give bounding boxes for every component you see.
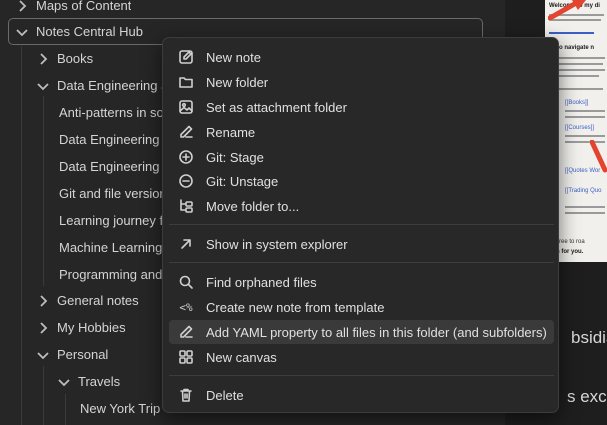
tree-file[interactable]: New York Trip — [80, 396, 163, 421]
menu-item-label: Set as attachment folder — [206, 99, 347, 115]
menu-item-show-in-system-explorer[interactable]: Show in system explorer — [169, 232, 554, 256]
tree-folder-maps-of-content[interactable]: Maps of Content — [14, 0, 131, 18]
chevron-right-icon[interactable] — [35, 51, 51, 67]
tree-item-label: Data Engineering and — [57, 78, 163, 93]
indent-guide — [43, 96, 44, 286]
indent-guide — [43, 366, 44, 425]
preview-link: [[Trading Quo — [565, 188, 602, 194]
tree-item-label: Maps of Content — [36, 0, 132, 13]
tree-folder-my-hobbies[interactable]: My Hobbies — [35, 315, 126, 340]
menu-item-git-unstage[interactable]: Git: Unstage — [169, 169, 554, 193]
arrow-up-right-icon — [177, 235, 195, 253]
menu-item-label: New folder — [206, 74, 269, 90]
chevron-down-icon[interactable] — [56, 374, 72, 390]
tree-file[interactable]: Git and file version — [59, 181, 163, 206]
tree-item-label: Data Engineering — [59, 159, 160, 174]
tree-file[interactable]: Data Engineering — [59, 127, 163, 152]
menu-item-label: Git: Stage — [206, 149, 264, 165]
menu-item-new-folder[interactable]: New folder — [169, 70, 554, 94]
menu-item-label: New note — [206, 49, 261, 65]
pencil-icon — [177, 123, 195, 141]
menu-item-label: Git: Unstage — [206, 173, 279, 189]
image-icon — [177, 98, 195, 116]
menu-separator — [169, 375, 554, 376]
menu-item-add-yaml-property[interactable]: Add YAML property to all files in this f… — [169, 320, 554, 344]
tree-item-label: Learning journey f — [59, 213, 163, 228]
folder-context-menu: New note New folder Set as attachment fo… — [162, 37, 559, 413]
menu-item-set-attachment-folder[interactable]: Set as attachment folder — [169, 95, 554, 119]
tree-item-label: Data Engineering — [59, 132, 160, 147]
tree-item-label: My Hobbies — [57, 320, 126, 335]
tree-file[interactable]: Data Engineering — [59, 154, 163, 179]
tree-file[interactable]: Programming and — [59, 262, 163, 287]
tree-folder-books[interactable]: Books — [35, 46, 93, 71]
menu-item-find-orphaned-files[interactable]: Find orphaned files — [169, 270, 554, 294]
menu-item-label: Move folder to... — [206, 198, 300, 214]
chevron-right-icon[interactable] — [35, 293, 51, 309]
folder-tree-icon — [177, 197, 195, 215]
preview-link: [[Courses]] — [565, 125, 595, 131]
minus-circle-icon — [177, 172, 195, 190]
canvas-icon — [177, 348, 195, 366]
tree-folder-data-engineering[interactable]: Data Engineering and — [35, 73, 163, 98]
tree-item-label: Anti-patterns in so — [59, 105, 163, 120]
menu-item-move-folder[interactable]: Move folder to... — [169, 194, 554, 218]
template-icon: <% — [179, 300, 193, 314]
plus-circle-icon — [177, 148, 195, 166]
menu-item-label: Delete — [206, 387, 244, 403]
trash-icon — [177, 386, 195, 404]
pencil-icon — [177, 323, 195, 341]
tree-folder-notes-central-hub[interactable]: Notes Central Hub — [14, 19, 143, 44]
folder-icon — [177, 73, 195, 91]
tree-item-label: New York Trip — [80, 401, 161, 416]
tree-item-label: Notes Central Hub — [36, 24, 143, 39]
tree-file[interactable]: Anti-patterns in so — [59, 100, 163, 125]
chevron-right-icon[interactable] — [35, 320, 51, 336]
chevron-down-icon[interactable] — [35, 347, 51, 363]
tree-item-label: Machine Learning — [59, 240, 163, 255]
tree-item-label: Travels — [78, 374, 121, 389]
search-icon — [177, 273, 195, 291]
menu-item-label: Create new note from template — [206, 299, 385, 315]
menu-separator — [169, 224, 554, 225]
chevron-right-icon[interactable] — [14, 0, 30, 14]
menu-item-label: Add YAML property to all files in this f… — [206, 324, 547, 340]
menu-item-new-canvas[interactable]: New canvas — [169, 345, 554, 369]
tree-file[interactable]: Learning journey f — [59, 208, 163, 233]
preview-word: s exce — [567, 387, 607, 406]
tree-item-label: Books — [57, 51, 94, 66]
tree-item-label: Personal — [57, 347, 109, 362]
menu-separator — [169, 262, 554, 263]
menu-item-delete[interactable]: Delete — [169, 383, 554, 407]
edit-note-icon — [177, 48, 195, 66]
tree-folder-personal[interactable]: Personal — [35, 342, 108, 367]
tree-folder-general-notes[interactable]: General notes — [35, 288, 139, 313]
menu-item-label: Find orphaned files — [206, 274, 317, 290]
menu-item-rename[interactable]: Rename — [169, 120, 554, 144]
indent-guide — [21, 46, 22, 425]
chevron-down-icon[interactable] — [14, 24, 30, 40]
annotation-arrow — [548, 0, 586, 20]
preview-word: bsidian — [571, 328, 607, 347]
menu-item-label: New canvas — [206, 349, 277, 365]
menu-item-label: Show in system explorer — [206, 236, 348, 252]
tree-item-label: General notes — [57, 293, 139, 308]
annotation-arrow — [590, 140, 607, 173]
tree-item-label: Git and file version — [59, 186, 163, 201]
menu-item-new-note[interactable]: New note — [169, 45, 554, 69]
tree-file[interactable]: Machine Learning — [59, 235, 163, 260]
tree-folder-travels[interactable]: Travels — [56, 369, 120, 394]
tree-item-label: Programming and — [59, 267, 163, 282]
chevron-down-icon[interactable] — [35, 78, 51, 94]
preview-link: [[Books]] — [565, 100, 589, 106]
indent-guide — [65, 394, 66, 425]
menu-item-label: Rename — [206, 124, 256, 140]
menu-item-git-stage[interactable]: Git: Stage — [169, 145, 554, 169]
menu-item-create-note-from-template[interactable]: <% Create new note from template — [169, 295, 554, 319]
